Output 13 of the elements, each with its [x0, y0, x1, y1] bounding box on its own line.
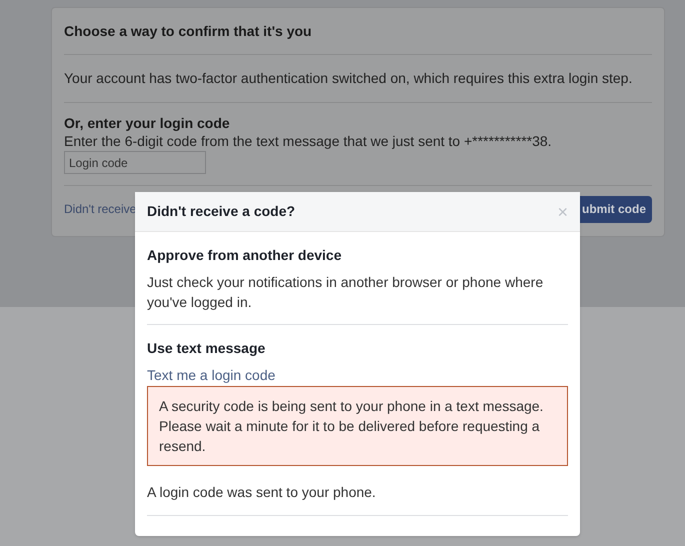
section-heading: Approve from another device	[147, 246, 342, 265]
login-code-field[interactable]: Login code	[64, 151, 206, 174]
dialog-title: Didn't receive a code?	[147, 202, 296, 221]
text-me-link[interactable]: Text me a login code	[147, 365, 276, 385]
code-heading: Or, enter your login code	[64, 114, 231, 132]
section-text: Just check your notifications in another browser or phone where you've logged in.	[147, 273, 544, 312]
card-title: Choose a way to confirm that it's you	[64, 8, 652, 55]
section-heading: Use text message	[147, 339, 266, 358]
notice-text: Your account has two-factor authentication switched on, which requires this extra login step.	[64, 55, 652, 103]
code-hint: Enter the 6-digit code from the text message that we just sent to +***********38.	[64, 132, 553, 150]
alert-message: A security code is being sent to your phone in a text message. Please wait a minute for it to be delivered before requesting a resend.	[147, 386, 568, 466]
help-link[interactable]: Didn't receive	[64, 200, 136, 218]
status-text: A login code was sent to your phone.	[147, 483, 377, 502]
